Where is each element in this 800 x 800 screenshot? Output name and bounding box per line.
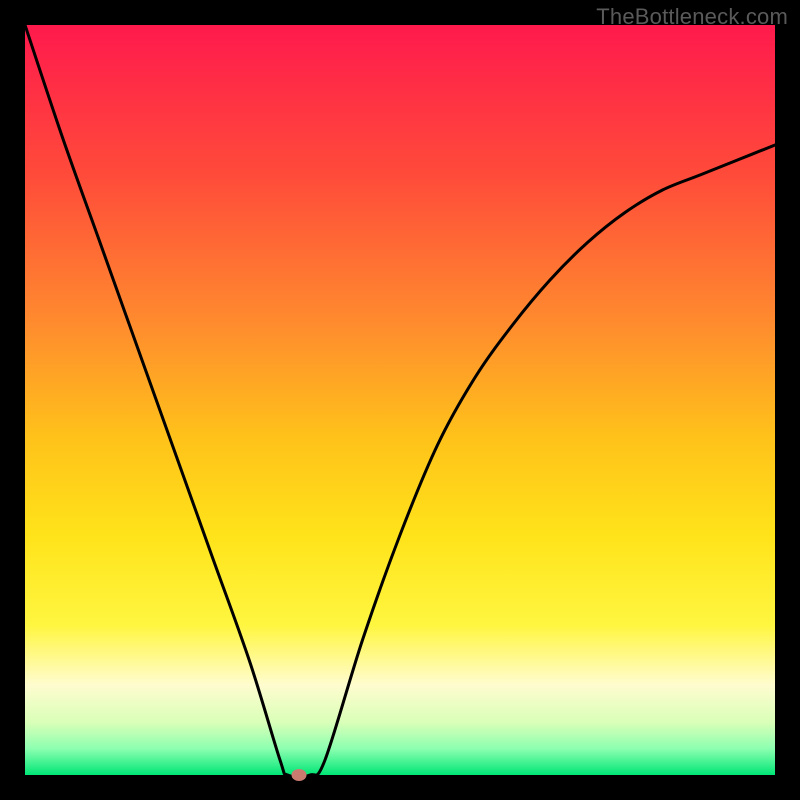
gradient-background	[25, 25, 775, 775]
watermark-text: TheBottleneck.com	[596, 4, 788, 30]
plot-area	[25, 25, 775, 775]
chart-frame: TheBottleneck.com	[0, 0, 800, 800]
plot-svg	[25, 25, 775, 775]
optimal-point-marker	[291, 769, 306, 781]
